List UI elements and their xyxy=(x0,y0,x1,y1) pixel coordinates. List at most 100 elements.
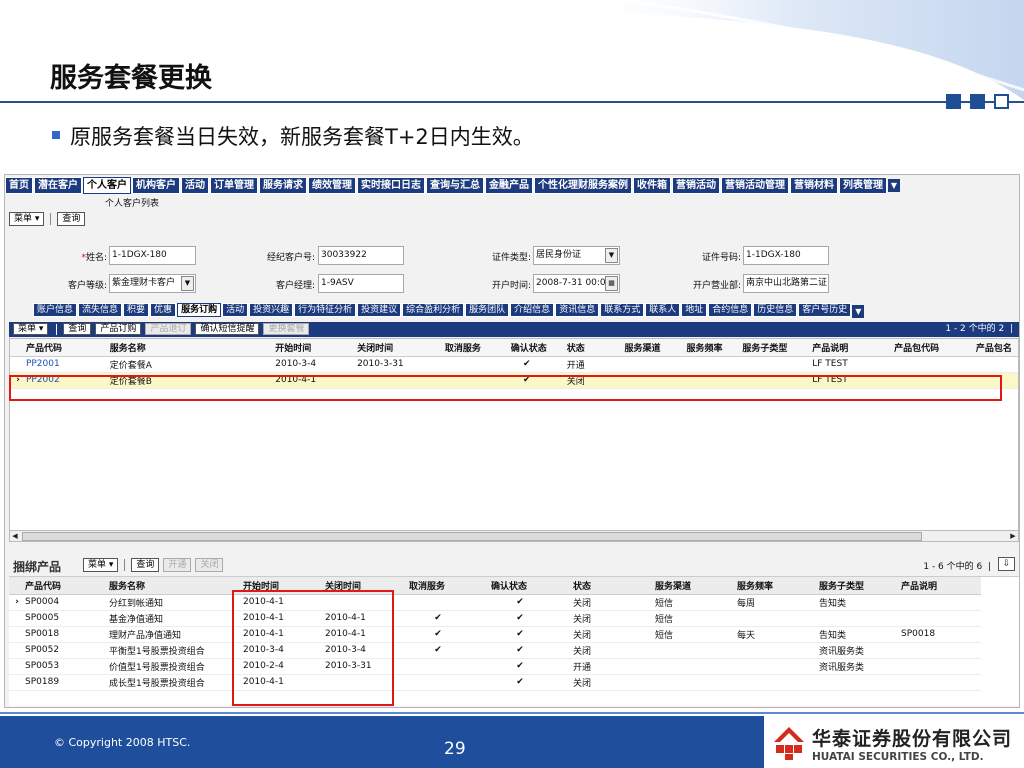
detail-tab[interactable]: 优惠 xyxy=(150,303,177,317)
table-cell[interactable]: SP0004 xyxy=(23,594,107,611)
main-tab[interactable]: 服务请求 xyxy=(259,177,307,194)
confirm-sms-button[interactable]: 确认短信提醒 xyxy=(195,323,260,335)
main-tab[interactable]: 营销材料 xyxy=(790,177,838,194)
grid-menu-button[interactable]: 菜单 ▾ xyxy=(13,323,49,335)
column-header[interactable]: 服务子类型 xyxy=(817,577,899,595)
column-header[interactable]: 状态 xyxy=(571,577,653,595)
table-row[interactable]: SP0189 成长型1号股票投资组合 2010-4-1 ✔ 关闭 xyxy=(9,674,981,691)
main-tab[interactable]: 金融产品 xyxy=(485,177,533,194)
detail-tab[interactable]: 综合盈利分析 xyxy=(402,303,465,317)
detail-tab[interactable]: 活动 xyxy=(222,303,249,317)
column-header[interactable]: 产品说明 xyxy=(899,577,981,595)
detail-tab[interactable]: 投资兴趣 xyxy=(249,303,294,317)
detail-tab[interactable]: 行为特征分析 xyxy=(294,303,357,317)
branch-field[interactable]: 南京中山北路第二证 xyxy=(743,274,829,293)
horizontal-scrollbar[interactable]: ◀ ▶ xyxy=(9,530,1019,542)
detail-tab[interactable]: 介绍信息 xyxy=(510,303,555,317)
table-cell[interactable]: PP2001 xyxy=(23,356,108,373)
main-tab[interactable]: 列表管理 xyxy=(839,177,887,194)
query-button[interactable]: 查询 xyxy=(57,212,86,226)
main-tab[interactable]: 查询与汇总 xyxy=(426,177,484,194)
column-header[interactable]: 服务名称 xyxy=(107,577,241,595)
column-header[interactable]: 开始时间 xyxy=(273,339,356,357)
table-cell[interactable]: PP2002 xyxy=(23,372,108,389)
table-cell[interactable]: SP0053 xyxy=(23,658,107,675)
detail-tab[interactable]: 服务团队 xyxy=(465,303,510,317)
column-header[interactable]: 状态 xyxy=(564,339,623,357)
calendar-icon[interactable]: ▦ xyxy=(605,276,618,291)
order-product-button[interactable]: 产品订购 xyxy=(95,323,142,335)
main-tab[interactable]: 收件箱 xyxy=(633,177,671,194)
menu-button[interactable]: 菜单 ▾ xyxy=(9,212,45,226)
grid-query-button[interactable]: 查询 xyxy=(63,323,92,335)
column-header[interactable]: 服务渠道 xyxy=(653,577,735,595)
detail-tab[interactable]: 资讯信息 xyxy=(555,303,600,317)
chevron-down-icon[interactable]: ▼ xyxy=(181,276,194,291)
broker-no-field[interactable]: 30033922 xyxy=(318,246,404,265)
unsubscribe-button[interactable]: 产品退订 xyxy=(145,323,192,335)
chevron-down-icon[interactable]: ▼ xyxy=(852,305,865,318)
column-header[interactable]: 关闭时间 xyxy=(355,339,443,357)
detail-tab[interactable]: 投资建议 xyxy=(357,303,402,317)
detail-tab[interactable]: 客户号历史 xyxy=(798,303,852,317)
id-type-select[interactable]: 居民身份证 ▼ xyxy=(533,246,620,265)
main-tab[interactable]: 营销活动管理 xyxy=(721,177,789,194)
bundle-close-button[interactable]: 关闭 xyxy=(195,558,224,572)
column-header[interactable]: 服务渠道 xyxy=(622,339,685,357)
scroll-left-icon[interactable]: ◀ xyxy=(10,531,20,541)
chevron-down-icon[interactable]: ▼ xyxy=(888,179,900,192)
open-time-field[interactable]: 2008-7-31 00:00 ▦ xyxy=(533,274,620,293)
table-row[interactable]: SP0018 理财产品净值通知 2010-4-1 2010-4-1 ✔ ✔ 关闭 短信 每天 告知… xyxy=(9,626,981,643)
id-no-field[interactable]: 1-1DGX-180 xyxy=(743,246,829,265)
column-header[interactable]: 服务频率 xyxy=(735,577,817,595)
main-tab[interactable]: 个性化理财服务案例 xyxy=(534,177,632,194)
bundle-open-button[interactable]: 开通 xyxy=(163,558,192,572)
table-cell[interactable]: SP0018 xyxy=(23,626,107,643)
detail-tab[interactable]: 账户信息 xyxy=(33,303,78,317)
bundle-menu-button[interactable]: 菜单 ▾ xyxy=(83,558,119,572)
manager-field[interactable]: 1-9ASV xyxy=(318,274,404,293)
main-tab[interactable]: 绩效管理 xyxy=(308,177,356,194)
name-field[interactable]: 1-1DGX-180 xyxy=(109,246,196,265)
detail-tab[interactable]: 服务订购 xyxy=(177,303,222,317)
table-row[interactable]: SP0005 基金净值通知 2010-4-1 2010-4-1 ✔ ✔ 关闭 短信 xyxy=(9,610,981,627)
table-row[interactable]: SP0052 平衡型1号股票投资组合 2010-3-4 2010-3-4 ✔ ✔ 关闭 资讯服… xyxy=(9,642,981,659)
column-header[interactable]: 产品代码 xyxy=(23,339,108,357)
detail-tab[interactable]: 流失信息 xyxy=(78,303,123,317)
table-row[interactable]: PP2001 定价套餐A 2010-3-4 2010-3-31 ✔ 开通 LF TEST xyxy=(10,356,1018,373)
main-tab[interactable]: 实时接口日志 xyxy=(357,177,425,194)
main-tab[interactable]: 潜在客户 xyxy=(34,177,82,194)
table-cell[interactable]: SP0052 xyxy=(23,642,107,659)
table-row[interactable]: › PP2002 定价套餐B 2010-4-1 ✔ 关闭 LF TEST xyxy=(10,372,1018,389)
main-tab[interactable]: 营销活动 xyxy=(672,177,720,194)
column-header[interactable]: 服务子类型 xyxy=(740,339,811,357)
table-cell[interactable]: SP0005 xyxy=(23,610,107,627)
main-tab[interactable]: 机构客户 xyxy=(132,177,180,194)
main-tab[interactable]: 订单管理 xyxy=(210,177,258,194)
change-package-button[interactable]: 更换套餐 xyxy=(263,323,310,335)
column-header[interactable]: 确认状态 xyxy=(508,339,565,357)
column-header[interactable]: 服务名称 xyxy=(107,339,274,357)
detail-tab[interactable]: 地址 xyxy=(681,303,708,317)
column-header[interactable]: 关闭时间 xyxy=(323,577,407,595)
column-header[interactable]: 产品代码 xyxy=(23,577,107,595)
detail-tab[interactable]: 联系方式 xyxy=(600,303,645,317)
chevron-down-icon[interactable]: ▼ xyxy=(605,248,618,263)
detail-tab[interactable]: 联系人 xyxy=(645,303,681,317)
column-header[interactable]: 取消服务 xyxy=(442,339,509,357)
detail-tab[interactable]: 历史信息 xyxy=(753,303,798,317)
scrollbar-thumb[interactable] xyxy=(22,532,922,541)
main-tab[interactable]: 个人客户 xyxy=(83,177,131,194)
column-header[interactable]: 确认状态 xyxy=(489,577,571,595)
column-header[interactable]: 开始时间 xyxy=(241,577,323,595)
column-header[interactable]: 服务频率 xyxy=(684,339,741,357)
column-header[interactable]: 产品说明 xyxy=(810,339,893,357)
scroll-right-icon[interactable]: ▶ xyxy=(1008,531,1018,541)
column-header[interactable]: 产品包名 xyxy=(973,339,1018,357)
table-cell[interactable]: SP0189 xyxy=(23,674,107,691)
column-header[interactable]: 产品包代码 xyxy=(892,339,974,357)
table-row[interactable]: › SP0004 分红到帐通知 2010-4-1 ✔ 关闭 短信 每周 告知类 xyxy=(9,594,981,611)
level-select[interactable]: 紫金理财卡客户 ▼ xyxy=(109,274,196,293)
detail-tab[interactable]: 合约信息 xyxy=(708,303,753,317)
table-row[interactable]: SP0053 价值型1号股票投资组合 2010-2-4 2010-3-31 ✔ 开通 资讯服… xyxy=(9,658,981,675)
